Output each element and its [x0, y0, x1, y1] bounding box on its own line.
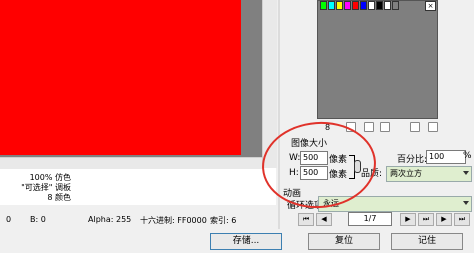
prev-frame-icon[interactable]: ◀: [316, 213, 332, 226]
save-button[interactable]: 存储...: [210, 233, 282, 250]
play-icon[interactable]: ▶: [436, 213, 452, 226]
index-value: 索引: 6: [210, 216, 237, 225]
percent-unit: %: [463, 151, 472, 161]
percent-label: 百分比:: [397, 155, 428, 165]
canvas-area: [0, 0, 277, 169]
palette-swatch[interactable]: [360, 1, 367, 10]
palette-swatch[interactable]: [344, 1, 351, 10]
alpha-value: Alpha: 255: [88, 215, 132, 224]
new-color-icon[interactable]: [410, 122, 420, 132]
color-status-bar: 0 B: 0 Alpha: 255 十六进制: FF0000 索引: 6: [0, 210, 290, 228]
next-frame-icon[interactable]: ▶: [400, 213, 416, 226]
palette-swatches: [320, 1, 399, 10]
palette-swatch[interactable]: [336, 1, 343, 10]
frame-counter: 1/7: [348, 212, 392, 226]
first-frame-icon[interactable]: ⏮: [298, 213, 314, 226]
canvas-horizontal-scrollbar[interactable]: [0, 157, 262, 169]
color-table: ×: [317, 0, 438, 119]
resample-value: 两次立方: [390, 169, 422, 178]
palette-swatch[interactable]: [376, 1, 383, 10]
palette-swatch[interactable]: [320, 1, 327, 10]
reset-button[interactable]: 复位: [308, 233, 380, 250]
lock-color-icon[interactable]: [380, 122, 390, 132]
chevron-down-icon: [463, 201, 469, 205]
color-count-info: 8 颜色: [47, 193, 71, 202]
percent-input[interactable]: 100: [426, 150, 466, 164]
close-icon[interactable]: ×: [425, 1, 436, 11]
chevron-down-icon: [463, 171, 469, 175]
palette-swatch[interactable]: [328, 1, 335, 10]
end-frame-icon[interactable]: ⏭: [454, 213, 470, 226]
r-value: 0: [6, 215, 12, 224]
b-value: B: 0: [30, 215, 46, 224]
remember-button[interactable]: 记住: [391, 233, 463, 250]
resample-select[interactable]: 两次立方: [386, 166, 472, 182]
palette-swatch[interactable]: [384, 1, 391, 10]
palette-swatch[interactable]: [392, 1, 399, 10]
palette-swatch[interactable]: [368, 1, 375, 10]
palette-swatch[interactable]: [352, 1, 359, 10]
web-shift-icon[interactable]: [364, 122, 374, 132]
hex-value: 十六进制: FF0000: [140, 216, 207, 225]
preview-pane: 100% 仿色 "可选择" 调板 8 颜色: [0, 0, 277, 205]
preview-image: [0, 0, 241, 155]
trash-icon[interactable]: [428, 122, 438, 132]
last-frame-icon[interactable]: ⏭: [418, 213, 434, 226]
